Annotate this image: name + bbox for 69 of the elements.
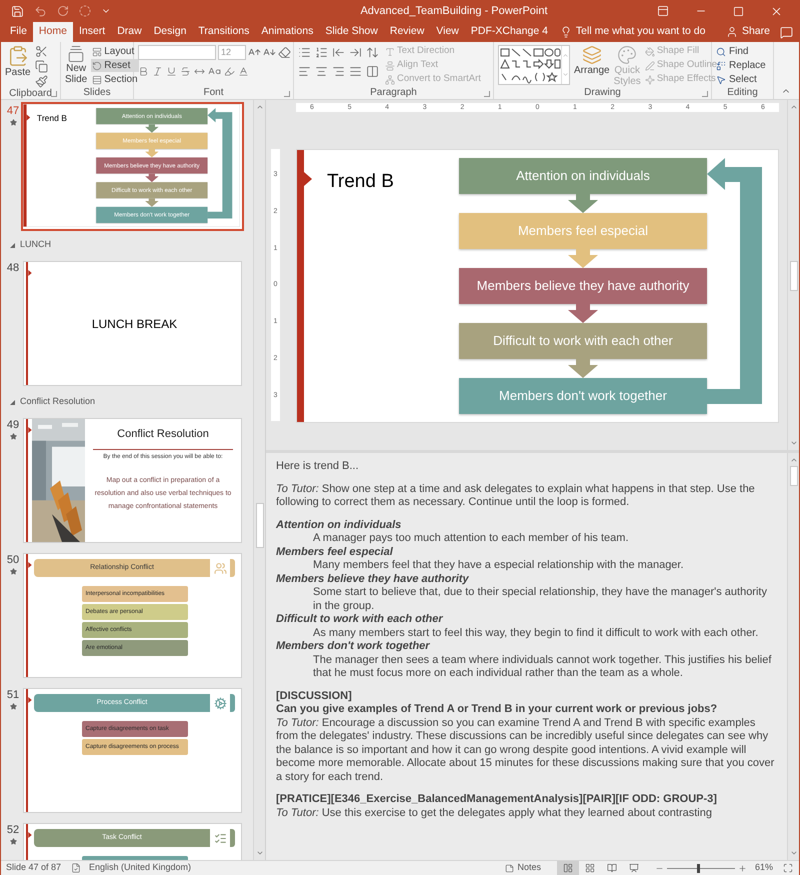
notes-text: [PRATICE][E346_Exercise_BalancedManagementAnalysis][PAIR][IF ODD: GROUP-3] xyxy=(276,793,718,806)
language-label[interactable]: English (United Kingdom) xyxy=(81,861,192,875)
notes-text: Many members feel that they have a especial relationship with the manager. xyxy=(312,559,685,572)
ribbon-tab[interactable]: Insert xyxy=(72,22,112,42)
slide-title: Trend B xyxy=(327,171,394,192)
slide-option-button[interactable]: Reset xyxy=(91,59,139,72)
notes-text: Here is trend B... xyxy=(276,460,360,474)
section-label[interactable]: Conflict Resolution xyxy=(20,395,96,409)
editing-button[interactable]: Select xyxy=(716,73,766,86)
group-label: Paragraph xyxy=(370,88,417,98)
font-size-field[interactable]: 12 xyxy=(218,45,246,60)
notes-text: A manager pays too much attention to each member of his team. xyxy=(312,532,630,546)
group-label: Editing xyxy=(727,88,758,98)
ribbon-tab[interactable]: Animations xyxy=(255,22,320,42)
ribbon-tab[interactable]: Draw xyxy=(111,22,148,42)
slide-title: Trend B xyxy=(36,114,67,124)
slide-number: 47 xyxy=(6,105,20,117)
notes-term: Difficult to work with each other xyxy=(276,613,444,626)
slide-number: 48 xyxy=(6,262,20,274)
notes-term: Attention on individuals xyxy=(276,518,402,532)
slide-number: 52 xyxy=(6,824,20,836)
editing-button[interactable]: Replace xyxy=(716,59,766,72)
ribbon-tab[interactable]: PDF-XChange 4 xyxy=(464,22,554,42)
slide-title: LUNCH BREAK xyxy=(92,316,178,332)
step-box: Attention on individuals xyxy=(459,158,707,194)
new-slide-button[interactable]: New Slide xyxy=(65,45,88,85)
editing-button[interactable]: Find xyxy=(716,45,766,58)
slide-thumbnail[interactable]: LUNCH BREAK xyxy=(23,261,242,386)
group-label: Slides xyxy=(83,88,111,98)
ribbon-tab[interactable]: Slide Show xyxy=(319,22,384,42)
arrange-button[interactable]: Arrange xyxy=(574,45,610,76)
slide-number: 51 xyxy=(6,689,20,701)
notes-text: [DISCUSSION] xyxy=(276,690,353,703)
tell-me-field[interactable]: Tell me what you want to do xyxy=(576,24,718,40)
ribbon-tab[interactable]: Design xyxy=(148,22,192,42)
notes-text: As many members start to feel this way, they begin to find it difficult to work with each other. xyxy=(312,626,760,640)
notes-text: To Tutor: Show one step at a time and ask delegates to explain what happens in that step. Use the following to correct them as necessary. Continue until the loop is formed. xyxy=(276,482,756,510)
notes-button[interactable]: Notes xyxy=(499,860,547,875)
share-button[interactable]: Share xyxy=(722,22,774,42)
notes-text: The manager then sees a team where individuals cannot work together. This justifies his belief that he must focus more on each individual rather than the team as a whole. xyxy=(312,654,772,680)
group-label: Drawing xyxy=(584,88,621,98)
group-label: Font xyxy=(203,88,224,98)
notes-text: To Tutor: Encourage a discussion so you can examine Trend A and Trend B with specific examples from the delegates' industry. These discussions can be incredibly useful since delegates can see why the balance is so important and how it can go wrong despite good intentions. A vivid example will become more memorable. Allocate about 15 minutes for these discussions making sure that you cover a story for each trend. xyxy=(276,716,775,784)
window-title: Advanced_TeamBuilding - PowerPoint xyxy=(359,4,549,19)
slide-option-button[interactable]: Layout xyxy=(91,45,139,58)
step-box: Members feel especial xyxy=(459,213,707,249)
ribbon-tab[interactable]: Home xyxy=(32,22,73,42)
group-label: Clipboard xyxy=(9,88,52,98)
zoom-level[interactable]: 61% xyxy=(755,861,777,875)
notes-text: To Tutor: Use this exercise to get the delegates apply what they learned about contrasting xyxy=(276,806,713,820)
ribbon-tab[interactable]: Review xyxy=(384,22,430,42)
notes-term: Members believe they have authority xyxy=(276,572,470,586)
step-box: Members don't work together xyxy=(459,378,707,414)
step-box: Members believe they have authority xyxy=(459,268,707,304)
notes-text: Some start to believe that, due to their special relationship, they have the manager's authority in the group. xyxy=(312,586,768,613)
ribbon-tab[interactable]: View xyxy=(430,22,465,42)
step-box: Difficult to work with each other xyxy=(459,323,707,359)
slide-option-button[interactable]: Section xyxy=(91,73,139,86)
slide-counter: Slide 47 of 87 xyxy=(5,861,62,874)
notes-term: Members feel especial xyxy=(276,546,394,559)
slide-number: 49 xyxy=(6,419,20,431)
ribbon-tab[interactable]: File xyxy=(4,22,33,42)
notes-text: Can you give examples of Trend A or Trend B in your current work or previous jobs? xyxy=(276,703,718,716)
notes-term: Members don't work together xyxy=(276,640,431,654)
section-label[interactable]: LUNCH xyxy=(20,238,52,252)
slide-number: 50 xyxy=(6,554,20,566)
paste-button[interactable]: Paste xyxy=(5,45,31,78)
ribbon-tab[interactable]: Transitions xyxy=(192,22,256,42)
slide-title: Conflict Resolution xyxy=(117,427,209,442)
